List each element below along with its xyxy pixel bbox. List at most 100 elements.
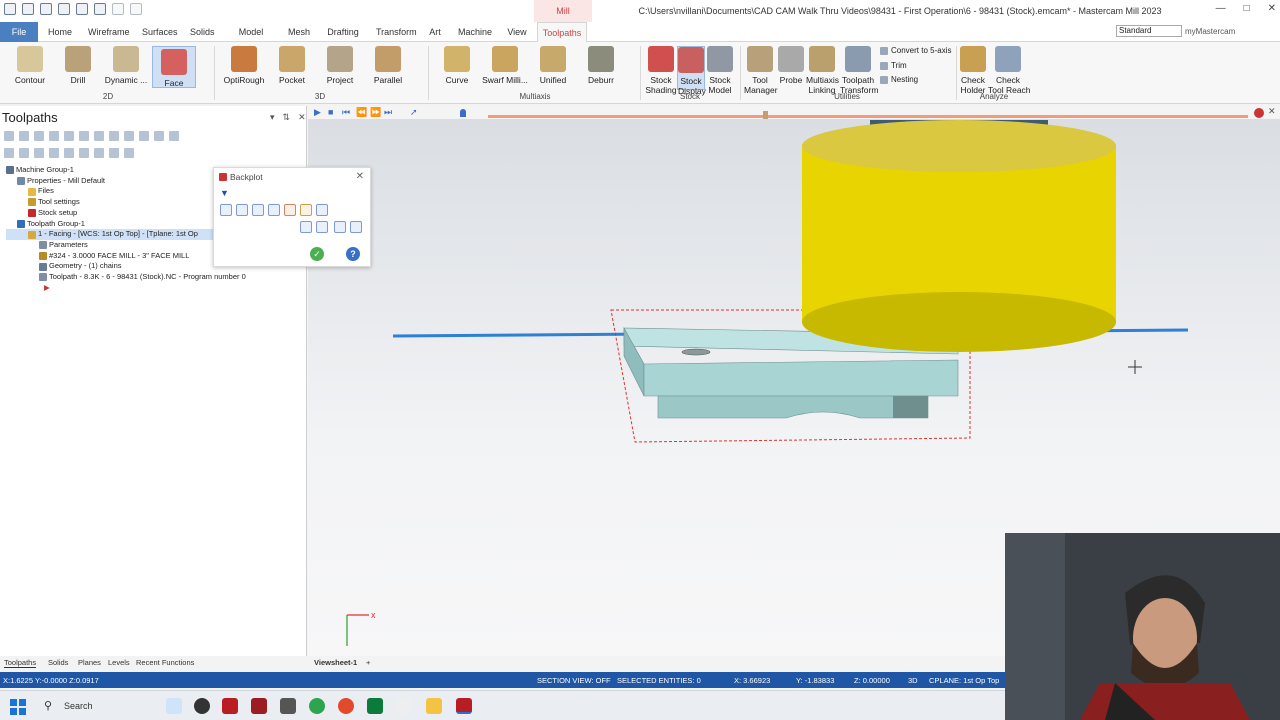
maximize-icon[interactable]: □ xyxy=(1244,3,1250,14)
tab-solids[interactable]: Solids xyxy=(190,22,215,42)
insert-arrow-icon[interactable] xyxy=(64,148,74,158)
chrome-like-icon[interactable] xyxy=(309,698,325,714)
tree-item[interactable]: Files xyxy=(6,186,246,197)
file-explorer-icon[interactable] xyxy=(426,698,442,714)
highfeed-icon[interactable] xyxy=(124,131,134,141)
app-icon[interactable] xyxy=(280,698,296,714)
tab-toolpaths[interactable]: Toolpaths xyxy=(537,22,587,42)
filter-icon[interactable] xyxy=(316,221,328,233)
delete-icon[interactable] xyxy=(139,131,149,141)
mastercam-2023-icon[interactable] xyxy=(222,698,238,714)
tab-drafting[interactable]: Drafting xyxy=(326,22,360,42)
solidworks-icon[interactable] xyxy=(251,698,267,714)
tool-manager-button[interactable]: Tool Manager xyxy=(744,46,778,95)
windows-start-icon[interactable] xyxy=(10,699,26,715)
tab-model-prep[interactable]: Model Prep xyxy=(230,22,272,57)
tree-item[interactable]: Machine Group-1 xyxy=(6,165,246,176)
obs-icon[interactable] xyxy=(194,698,210,714)
dynamic-button[interactable]: Dynamic ... xyxy=(104,46,148,85)
backplot-icon[interactable] xyxy=(64,131,74,141)
tree-item[interactable]: Tool settings xyxy=(6,197,246,208)
y-coordinate[interactable]: Y: -1.83833 xyxy=(796,676,834,685)
undo-icon[interactable] xyxy=(112,3,124,15)
tab-surfaces[interactable]: Surfaces xyxy=(142,22,178,42)
tab-solids-panel[interactable]: Solids xyxy=(48,658,68,667)
project-button[interactable]: Project xyxy=(322,46,358,85)
close-icon[interactable]: ✕ xyxy=(356,171,364,182)
post-icon[interactable] xyxy=(109,131,119,141)
swarf-milling-button[interactable]: Swarf Milli... xyxy=(482,46,528,85)
contour-button[interactable]: Contour xyxy=(10,46,50,85)
tree-item[interactable]: Toolpath - 8.3K - 6 - 98431 (Stock).NC -… xyxy=(6,272,246,283)
tree-item[interactable]: Properties - Mill Default xyxy=(6,176,246,187)
display-stock-icon[interactable] xyxy=(300,204,312,216)
redo-icon[interactable] xyxy=(130,3,142,15)
regenerate-dirty-icon[interactable] xyxy=(49,131,59,141)
my-mastercam-link[interactable]: myMastercam xyxy=(1185,27,1235,36)
face-button[interactable]: Face xyxy=(152,46,196,88)
close-icon[interactable]: ✕ xyxy=(1268,3,1276,14)
save-icon[interactable] xyxy=(58,3,70,15)
scroll-icon[interactable] xyxy=(79,148,89,158)
stock-display-button[interactable]: Stock Display xyxy=(677,46,706,96)
selected-entities-status[interactable]: SELECTED ENTITIES: 0 xyxy=(617,676,701,685)
stock-model-button[interactable]: Stock Model xyxy=(705,46,735,95)
pen-app-icon[interactable] xyxy=(396,698,412,714)
regenerate-icon[interactable] xyxy=(34,131,44,141)
curve-button[interactable]: Curve xyxy=(440,46,474,85)
ok-button[interactable]: ✓ xyxy=(310,247,324,261)
expand-icon[interactable] xyxy=(109,148,119,158)
workspace-select[interactable]: Standard xyxy=(1116,25,1182,37)
dropdown-icon[interactable]: ▾ xyxy=(270,112,275,123)
save-geometry-icon[interactable] xyxy=(350,221,362,233)
tab-machine[interactable]: Machine xyxy=(458,22,492,42)
tree-item[interactable]: Geometry - (1) chains xyxy=(6,261,246,272)
x-coordinate[interactable]: X: 3.66923 xyxy=(734,676,770,685)
parallel-button[interactable]: Parallel xyxy=(370,46,406,85)
display-holder-icon[interactable] xyxy=(236,204,248,216)
tab-mesh[interactable]: Mesh xyxy=(288,22,310,42)
minimize-icon[interactable]: — xyxy=(1216,3,1226,14)
stock-shading-button[interactable]: Stock Shading xyxy=(645,46,677,95)
z-coordinate[interactable]: Z: 0.00000 xyxy=(854,676,890,685)
trim-button[interactable]: Trim xyxy=(880,61,907,70)
tree-item[interactable]: #324 - 3.0000 FACE MILL - 3" FACE MILL xyxy=(6,251,246,262)
tab-planes-panel[interactable]: Planes xyxy=(78,658,101,667)
view-mode-3d[interactable]: 3D xyxy=(908,676,918,685)
add-viewsheet-button[interactable]: + xyxy=(366,658,370,667)
bing-icon[interactable] xyxy=(166,698,182,714)
pocket-button[interactable]: Pocket xyxy=(274,46,310,85)
screenshot-icon[interactable] xyxy=(94,3,106,15)
nesting-button[interactable]: Nesting xyxy=(880,75,918,84)
collapse-arrow-icon[interactable]: ▼ xyxy=(220,188,229,198)
display-rapid-icon[interactable] xyxy=(252,204,264,216)
print-icon[interactable] xyxy=(76,3,88,15)
tab-wireframe[interactable]: Wireframe xyxy=(88,22,130,42)
single-display-icon[interactable] xyxy=(94,148,104,158)
section-view-status[interactable]: SECTION VIEW: OFF xyxy=(537,676,611,685)
camera-icon[interactable] xyxy=(334,221,346,233)
viewsheet-tab[interactable]: Viewsheet-1 xyxy=(314,658,357,667)
deburr-button[interactable]: Deburr xyxy=(584,46,618,85)
mastercam-active-icon[interactable] xyxy=(456,698,472,714)
tab-view[interactable]: View xyxy=(506,22,528,42)
tab-toolpaths-panel[interactable]: Toolpaths xyxy=(4,658,37,668)
pin-icon[interactable]: ⇅ xyxy=(283,112,291,123)
unified-button[interactable]: Unified xyxy=(536,46,570,85)
probe-button[interactable]: Probe xyxy=(778,46,804,85)
select-all-icon[interactable] xyxy=(4,131,14,141)
cplane-status[interactable]: CPLANE: 1st Op Top xyxy=(929,676,999,685)
open-folder-icon[interactable] xyxy=(40,3,52,15)
close-icon[interactable]: ✕ xyxy=(298,112,306,123)
convert-5-axis-button[interactable]: Convert to 5-axis xyxy=(880,46,951,55)
toolpath-transform-button[interactable]: Toolpath Transform xyxy=(840,46,878,95)
move-down-icon[interactable] xyxy=(34,148,44,158)
help-icon[interactable] xyxy=(169,131,179,141)
tab-art[interactable]: Art xyxy=(428,22,442,42)
collapse-icon[interactable] xyxy=(124,148,134,158)
display-end-point-icon[interactable] xyxy=(284,204,296,216)
display-tool-icon[interactable] xyxy=(220,204,232,216)
lock-icon[interactable] xyxy=(154,131,164,141)
verify-icon[interactable] xyxy=(79,131,89,141)
display-entity-icon[interactable] xyxy=(268,204,280,216)
